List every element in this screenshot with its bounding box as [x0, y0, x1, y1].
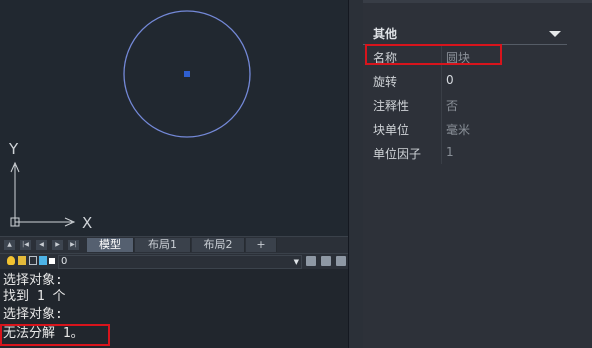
column-divider	[441, 68, 442, 92]
layer-states-icon[interactable]	[321, 256, 331, 266]
command-line: 选择对象:	[3, 307, 63, 322]
error-highlight-box	[0, 324, 110, 346]
property-row-unit-factor[interactable]: 单位因子 1	[363, 140, 567, 164]
layer-name: 0	[61, 256, 68, 267]
property-value[interactable]: 0	[446, 73, 454, 87]
property-row-rotation[interactable]: 旋转 0	[363, 68, 567, 92]
property-value[interactable]: 毫米	[446, 121, 470, 138]
command-line: 找到 1 个	[3, 289, 66, 304]
tab-model[interactable]: 模型	[87, 238, 134, 252]
property-value[interactable]: 1	[446, 145, 454, 159]
property-value[interactable]: 否	[446, 97, 458, 114]
panel-top-strip	[363, 0, 592, 3]
tab-nav-next-button[interactable]: ▶	[52, 240, 63, 250]
layout-tab-bar: ▲ |◀ ◀ ▶ ▶| 模型 布局1 布局2 +	[0, 236, 348, 253]
tab-nav-up-button[interactable]: ▲	[4, 240, 15, 250]
viewport-freeze-icon[interactable]	[29, 256, 37, 265]
command-history: 选择对象: 找到 1 个 选择对象: 无法分解 1。	[0, 269, 348, 348]
panel-gap	[349, 0, 363, 348]
column-divider	[441, 92, 442, 116]
color-swatch-icon	[49, 258, 55, 264]
column-divider	[441, 140, 442, 164]
section-title: 其他	[373, 27, 398, 41]
collapse-caret-icon[interactable]	[549, 31, 561, 37]
section-header-misc[interactable]: 其他	[363, 22, 567, 45]
tab-nav-first-button[interactable]: |◀	[20, 240, 31, 250]
x-axis-label: X	[82, 214, 93, 232]
properties-panel: 其他 名称 圆块 旋转 0 注释性 否 块单位 毫米 单位因子 1	[363, 0, 592, 348]
layer-dropdown[interactable]: 0 ▼	[58, 255, 302, 269]
column-divider	[441, 116, 442, 140]
property-row-block-unit[interactable]: 块单位 毫米	[363, 116, 567, 140]
tab-nav-last-button[interactable]: ▶|	[68, 240, 79, 250]
tab-add[interactable]: +	[246, 238, 277, 252]
layer-properties-icon[interactable]	[306, 256, 316, 266]
property-label: 注释性	[373, 99, 410, 113]
property-label: 单位因子	[373, 147, 422, 161]
tab-layout2[interactable]: 布局2	[192, 238, 245, 252]
command-line: 选择对象:	[3, 273, 63, 288]
layer-toolbar: 0 ▼	[0, 253, 348, 269]
drawing-canvas[interactable]: Y X	[0, 0, 348, 236]
lightbulb-icon[interactable]	[7, 256, 15, 265]
lock-icon[interactable]	[39, 256, 47, 265]
y-axis-label: Y	[9, 140, 19, 158]
property-label: 旋转	[373, 75, 398, 89]
canvas-svg	[10, 10, 251, 227]
property-label: 块单位	[373, 123, 410, 137]
dropdown-arrow-icon: ▼	[293, 258, 299, 266]
tab-nav-prev-button[interactable]: ◀	[36, 240, 47, 250]
ucs-icon	[10, 161, 76, 227]
block-base-point[interactable]	[184, 71, 190, 77]
sun-icon[interactable]	[18, 256, 26, 265]
layer-previous-icon[interactable]	[336, 256, 346, 266]
tab-layout1[interactable]: 布局1	[135, 238, 191, 252]
property-row-annotative[interactable]: 注释性 否	[363, 92, 567, 116]
name-highlight-box	[365, 44, 502, 65]
